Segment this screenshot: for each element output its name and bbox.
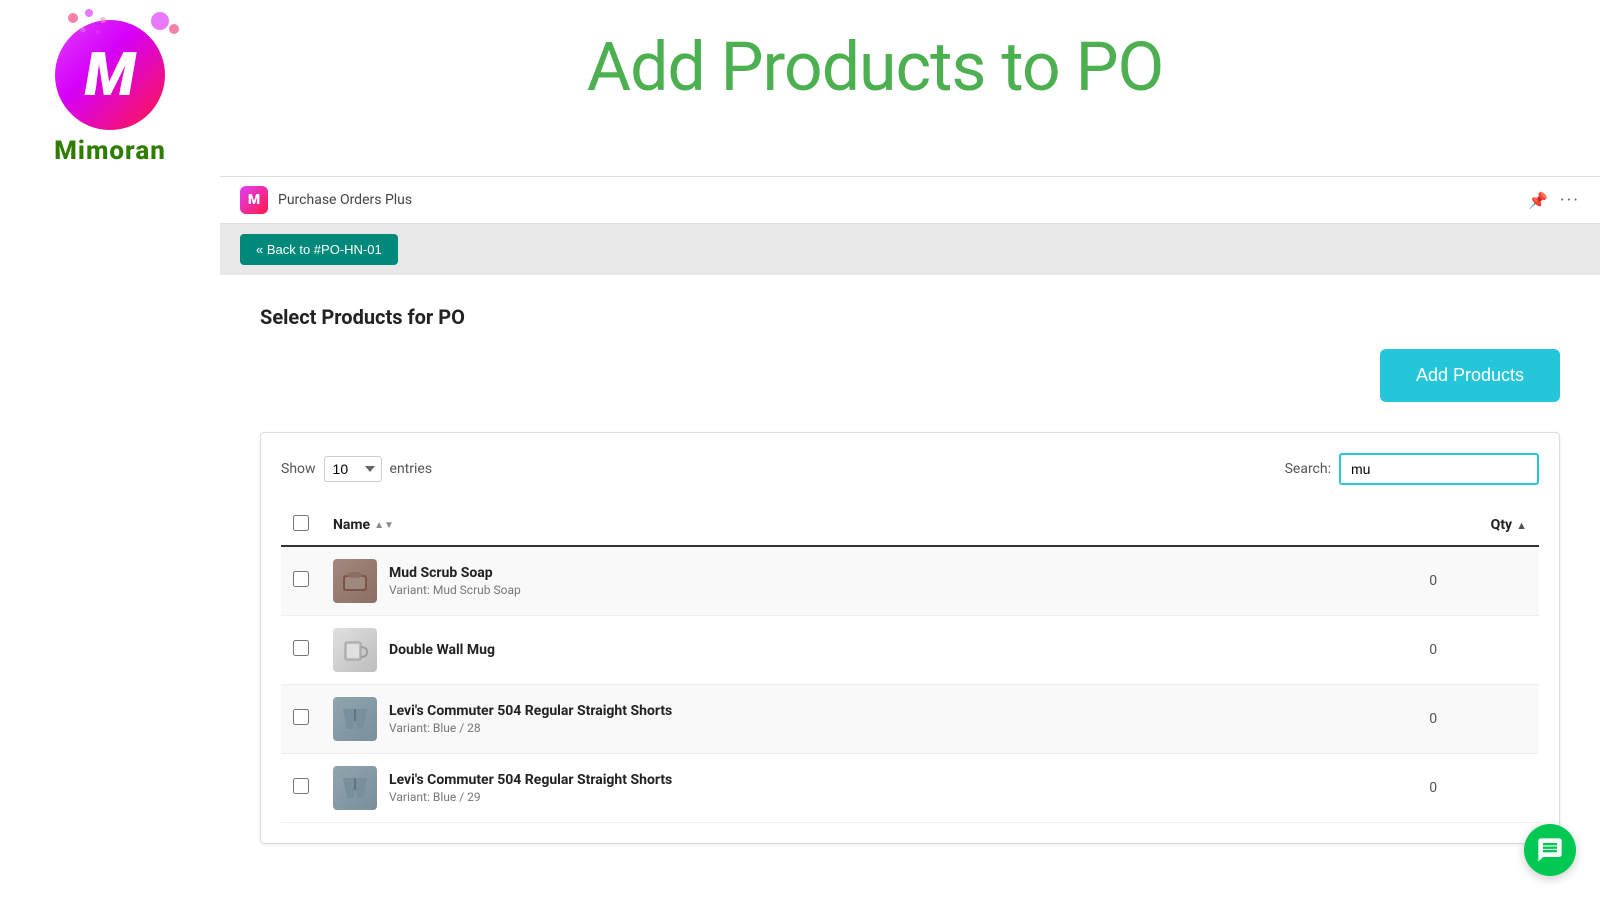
product-variant: Variant: Blue / 29 (389, 790, 672, 804)
shorts-icon (339, 772, 371, 804)
table-row: Levi's Commuter 504 Regular Straight Sho… (281, 685, 1539, 754)
mud-soap-icon (339, 565, 371, 597)
show-label: Show (281, 461, 316, 477)
row-checkbox-cell (281, 754, 321, 823)
chat-icon (1536, 836, 1564, 864)
row-qty-cell: 0 (1327, 754, 1539, 823)
product-info: Levi's Commuter 504 Regular Straight Sho… (333, 697, 1315, 741)
product-details: Levi's Commuter 504 Regular Straight Sho… (389, 772, 672, 804)
name-sort-label: Name ▲▼ (333, 517, 394, 533)
row-checkbox[interactable] (293, 709, 309, 725)
th-checkbox (281, 505, 321, 546)
product-thumbnail (333, 628, 377, 672)
logo-letter: M (84, 45, 135, 105)
entries-label: entries (390, 461, 433, 477)
product-variant: Variant: Blue / 28 (389, 721, 672, 735)
row-checkbox[interactable] (293, 778, 309, 794)
app-icon: M (240, 186, 268, 214)
app-bar: M Purchase Orders Plus 📌 ··· (220, 176, 1600, 224)
row-qty-cell: 0 (1327, 616, 1539, 685)
product-name: Mud Scrub Soap (389, 565, 521, 581)
show-entries-control: Show 10 25 50 100 entries (281, 456, 432, 482)
search-area: Search: (1285, 453, 1539, 485)
header: M Mimoran Add Products to PO (0, 0, 1600, 176)
row-name-cell: Levi's Commuter 504 Regular Straight Sho… (321, 754, 1327, 823)
product-thumbnail (333, 559, 377, 603)
row-qty-cell: 0 (1327, 546, 1539, 616)
select-all-checkbox[interactable] (293, 515, 309, 531)
search-label: Search: (1285, 461, 1331, 477)
row-checkbox-cell (281, 616, 321, 685)
qty-sort-icon: ▲ (1516, 519, 1527, 532)
row-name-cell: Levi's Commuter 504 Regular Straight Sho… (321, 685, 1327, 754)
qty-sort-label: Qty ▲ (1491, 517, 1527, 533)
section-title: Select Products for PO (260, 305, 1560, 329)
table-controls: Show 10 25 50 100 entries Search: (281, 453, 1539, 485)
back-button[interactable]: « Back to #PO-HN-01 (240, 234, 398, 265)
chat-button[interactable] (1524, 824, 1576, 876)
product-details: Mud Scrub Soap Variant: Mud Scrub Soap (389, 565, 521, 597)
logo-circle: M (55, 20, 165, 130)
product-name: Levi's Commuter 504 Regular Straight Sho… (389, 772, 672, 788)
shorts-icon (339, 703, 371, 735)
row-checkbox[interactable] (293, 571, 309, 587)
table-header: Name ▲▼ Qty ▲ (281, 505, 1539, 546)
sub-bar: « Back to #PO-HN-01 (220, 224, 1600, 275)
page-title: Add Products to PO (190, 20, 1560, 105)
brand-name: Mimoran (54, 136, 166, 166)
row-name-cell: Mud Scrub Soap Variant: Mud Scrub Soap (321, 546, 1327, 616)
product-name: Levi's Commuter 504 Regular Straight Sho… (389, 703, 672, 719)
main-content: Select Products for PO Add Products Show… (220, 275, 1600, 874)
name-sort-icon: ▲▼ (374, 520, 394, 531)
app-bar-title: Purchase Orders Plus (278, 192, 1528, 208)
add-products-button[interactable]: Add Products (1380, 349, 1560, 402)
th-name[interactable]: Name ▲▼ (321, 505, 1327, 546)
product-variant: Variant: Mud Scrub Soap (389, 583, 521, 597)
table-card: Show 10 25 50 100 entries Search: (260, 432, 1560, 844)
search-input[interactable] (1339, 453, 1539, 485)
th-qty[interactable]: Qty ▲ (1327, 505, 1539, 546)
logo-decoration (63, 8, 113, 38)
product-info: Levi's Commuter 504 Regular Straight Sho… (333, 766, 1315, 810)
logo-area: M Mimoran (30, 20, 190, 166)
qty-col-label: Qty (1491, 517, 1512, 533)
product-thumbnail (333, 697, 377, 741)
add-products-container: Add Products (260, 349, 1560, 402)
row-checkbox-cell (281, 546, 321, 616)
table-row: Double Wall Mug 0 (281, 616, 1539, 685)
product-thumbnail (333, 766, 377, 810)
table-row: Mud Scrub Soap Variant: Mud Scrub Soap 0 (281, 546, 1539, 616)
product-info: Mud Scrub Soap Variant: Mud Scrub Soap (333, 559, 1315, 603)
row-qty-cell: 0 (1327, 685, 1539, 754)
table-body: Mud Scrub Soap Variant: Mud Scrub Soap 0 (281, 546, 1539, 823)
name-col-label: Name (333, 517, 370, 533)
table-row: Levi's Commuter 504 Regular Straight Sho… (281, 754, 1539, 823)
row-name-cell: Double Wall Mug (321, 616, 1327, 685)
products-table: Name ▲▼ Qty ▲ (281, 505, 1539, 823)
product-details: Levi's Commuter 504 Regular Straight Sho… (389, 703, 672, 735)
pin-icon[interactable]: 📌 (1528, 191, 1548, 210)
product-name: Double Wall Mug (389, 642, 495, 658)
row-checkbox-cell (281, 685, 321, 754)
app-bar-actions: 📌 ··· (1528, 190, 1580, 211)
product-details: Double Wall Mug (389, 642, 495, 658)
entries-select[interactable]: 10 25 50 100 (324, 456, 382, 482)
more-options-icon[interactable]: ··· (1560, 190, 1580, 211)
product-info: Double Wall Mug (333, 628, 1315, 672)
row-checkbox[interactable] (293, 640, 309, 656)
mug-icon (339, 634, 371, 666)
